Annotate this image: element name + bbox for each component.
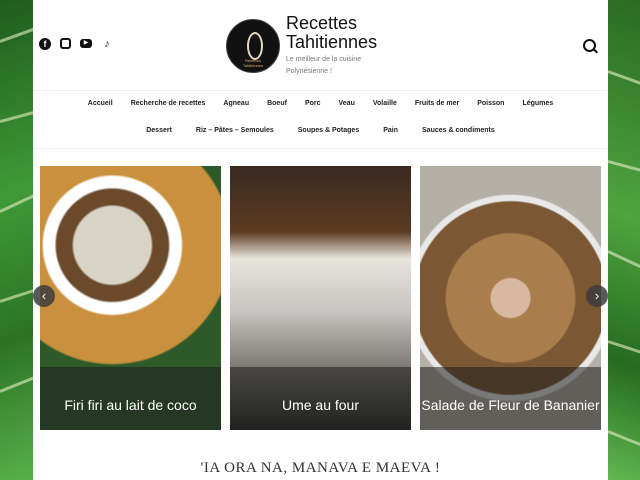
- nav-item-riz-pates[interactable]: Riz – Pâtes – Semoules: [196, 127, 274, 134]
- nav-item-fruits-de-mer[interactable]: Fruits de mer: [415, 100, 459, 107]
- nav-item-boeuf[interactable]: Boeuf: [267, 100, 287, 107]
- palm-leaf-background-left: [0, 0, 33, 480]
- social-links: f ▶ ♪: [39, 38, 113, 50]
- nav-item-accueil[interactable]: Accueil: [88, 100, 113, 107]
- tiktok-icon[interactable]: ♪: [101, 38, 113, 50]
- nav-item-recherche[interactable]: Recherche de recettes: [131, 100, 206, 107]
- card-caption[interactable]: Firi firi au lait de coco: [40, 397, 221, 414]
- nav-item-soupes[interactable]: Soupes & Potages: [298, 127, 359, 134]
- facebook-icon[interactable]: f: [39, 38, 51, 50]
- main-nav-row-1: Accueil Recherche de recettes Agneau Boe…: [33, 100, 608, 107]
- palm-leaf-background-right: [608, 0, 640, 480]
- slider-card-firi-firi[interactable]: Firi firi au lait de coco: [40, 166, 221, 430]
- main-nav-row-2: Dessert Riz – Pâtes – Semoules Soupes & …: [33, 127, 608, 134]
- card-caption[interactable]: Ume au four: [230, 397, 411, 414]
- nav-item-veau[interactable]: Veau: [339, 100, 355, 107]
- instagram-icon[interactable]: [60, 38, 71, 49]
- nav-item-dessert[interactable]: Dessert: [146, 127, 172, 134]
- nav-divider-bottom: [33, 148, 608, 149]
- site-logo[interactable]: Recettes Tahitiennes: [226, 19, 280, 73]
- youtube-icon[interactable]: ▶: [80, 39, 92, 48]
- nav-divider-top: [33, 90, 608, 91]
- nav-item-legumes[interactable]: Légumes: [522, 100, 553, 107]
- search-icon[interactable]: [583, 39, 596, 52]
- welcome-heading: 'IA ORA NA, MANAVA E MAEVA !: [200, 460, 441, 476]
- site-tagline: Le meilleur de la cuisine Polynésienne !: [286, 56, 362, 75]
- slider-next-button[interactable]: ›: [586, 285, 608, 307]
- nav-item-poisson[interactable]: Poisson: [477, 100, 504, 107]
- nav-item-porc[interactable]: Porc: [305, 100, 321, 107]
- nav-item-volaille[interactable]: Volaille: [373, 100, 397, 107]
- nav-item-pain[interactable]: Pain: [383, 127, 398, 134]
- nav-item-sauces[interactable]: Sauces & condiments: [422, 127, 495, 134]
- nav-item-agneau[interactable]: Agneau: [223, 100, 249, 107]
- page-container: f ▶ ♪ Recettes Tahitiennes Recettes Tahi…: [33, 0, 608, 480]
- card-caption[interactable]: Salade de Fleur de Bananier: [420, 397, 601, 414]
- site-title[interactable]: Recettes Tahitiennes: [286, 14, 446, 52]
- slider-card-ume[interactable]: Ume au four: [230, 166, 411, 430]
- logo-text: Recettes Tahitiennes: [242, 58, 264, 68]
- slider-card-salade[interactable]: Salade de Fleur de Bananier: [420, 166, 601, 430]
- slider-prev-button[interactable]: ‹: [33, 285, 55, 307]
